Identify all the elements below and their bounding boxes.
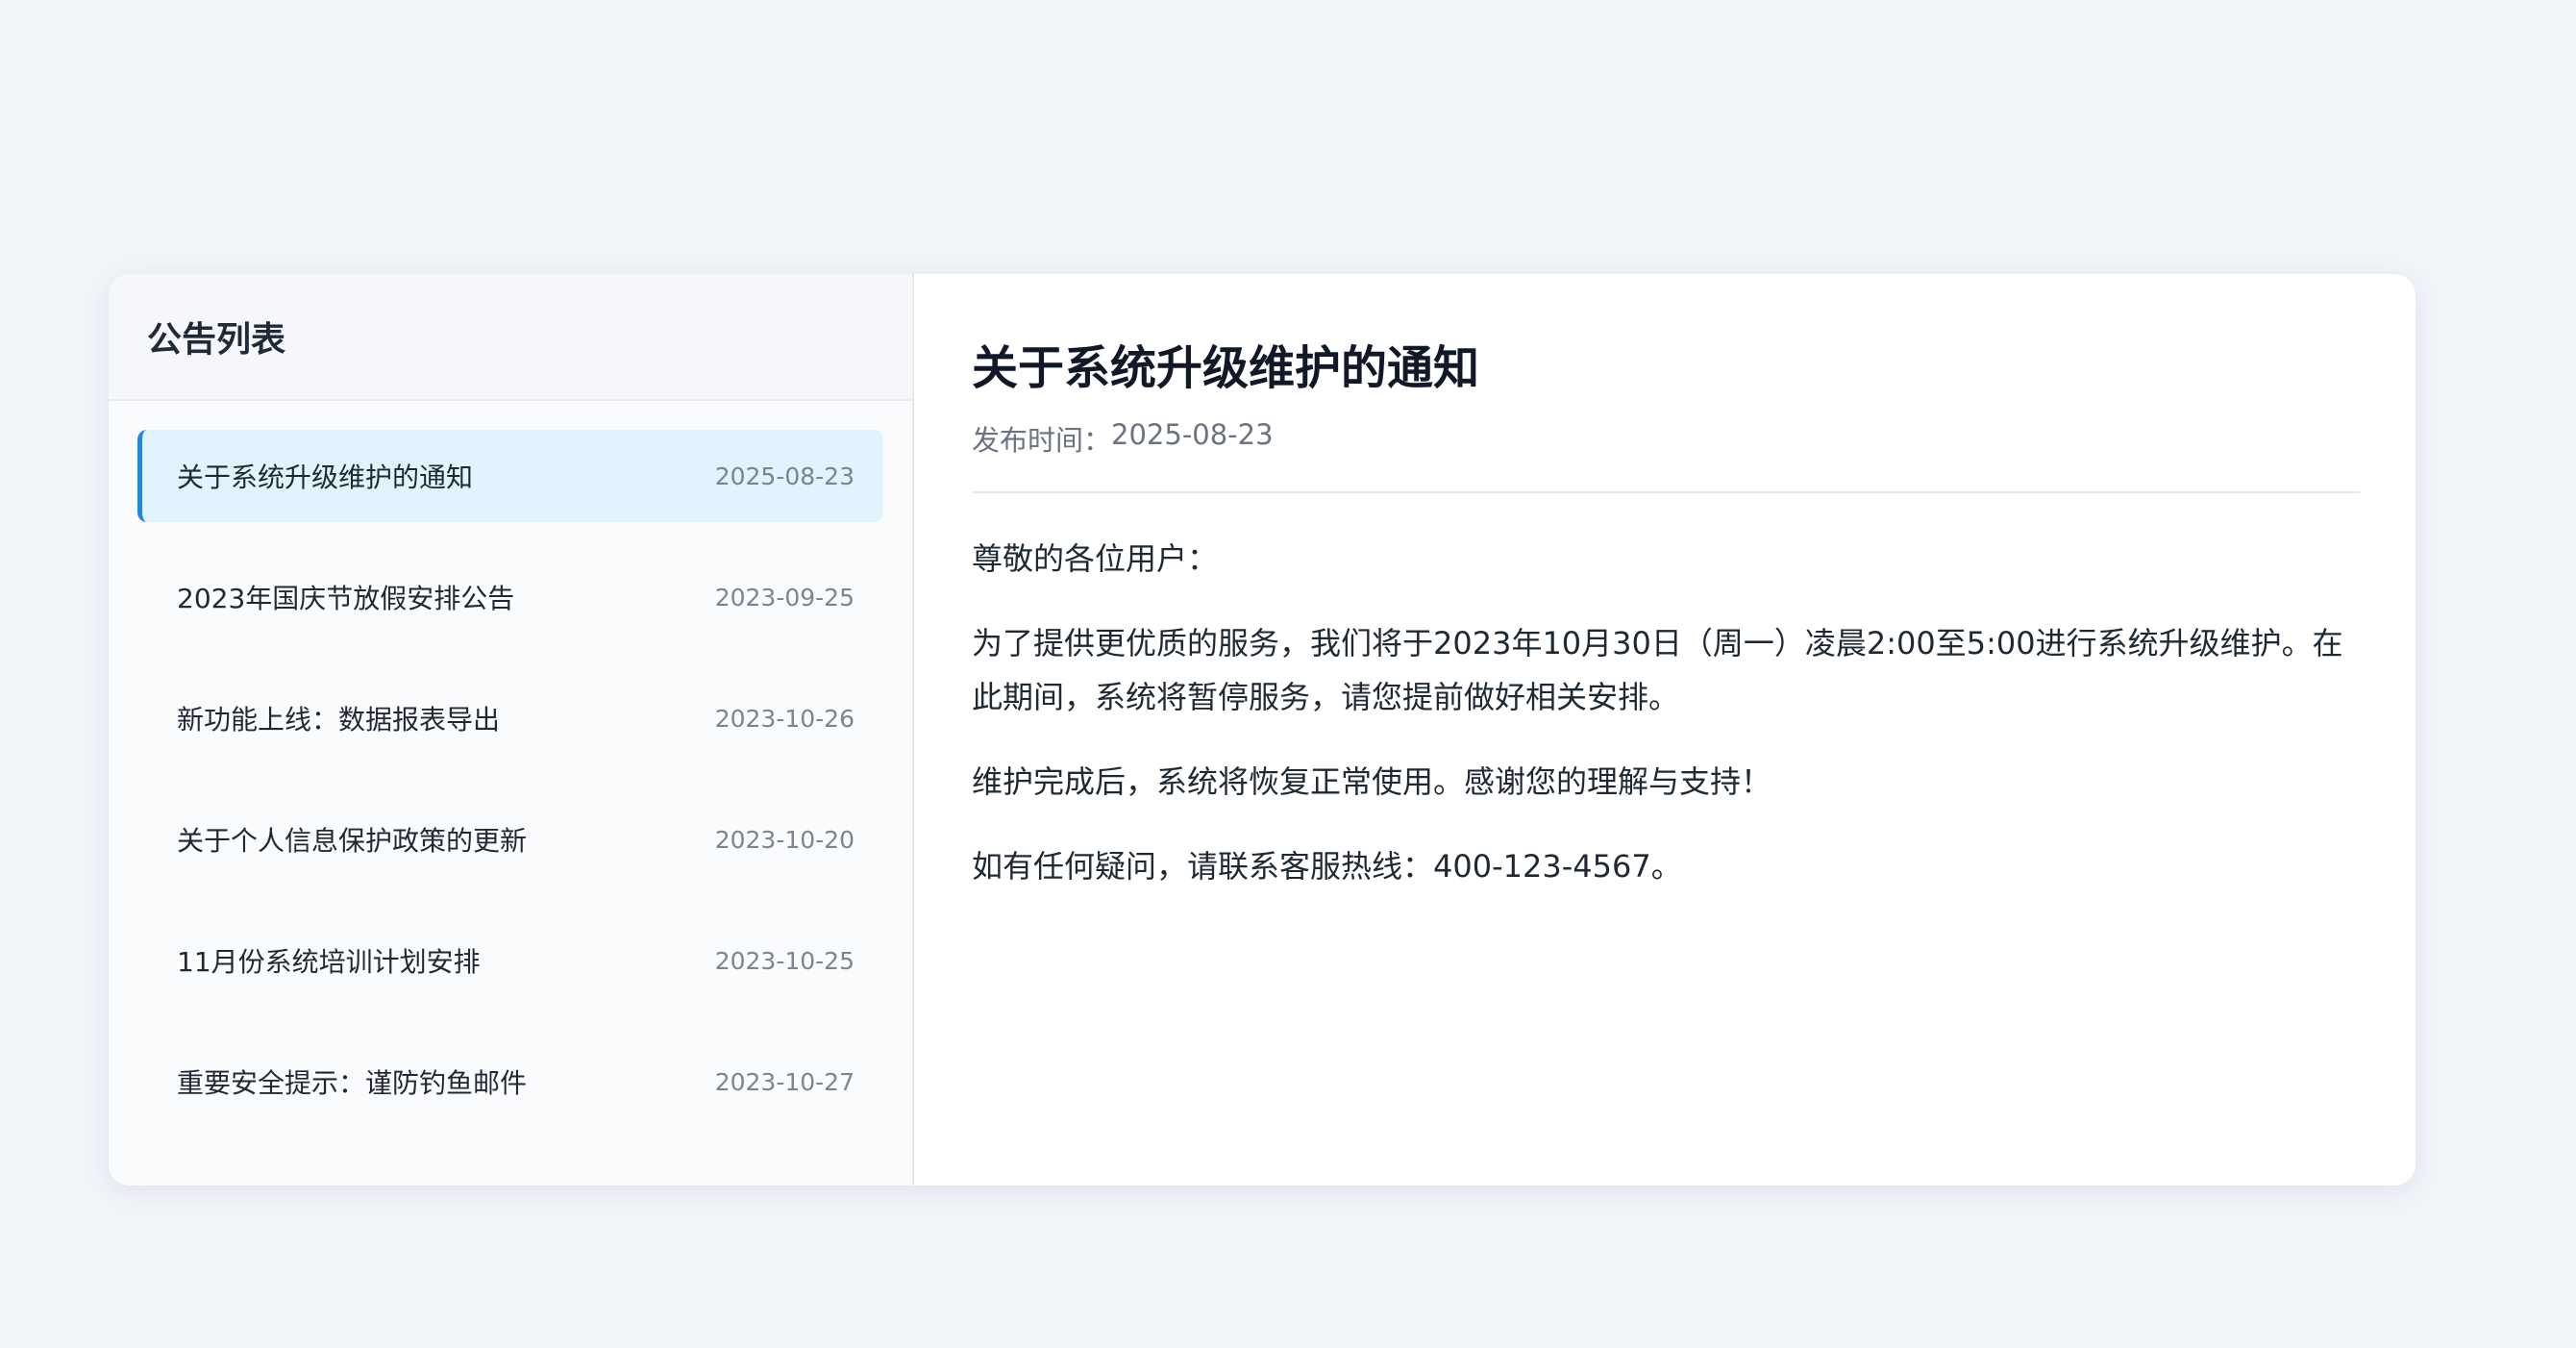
announcement-list: 关于系统升级维护的通知 2025-08-23 2023年国庆节放假安排公告 20… — [109, 401, 912, 1128]
list-item-date: 2023-09-25 — [714, 583, 855, 612]
list-item[interactable]: 2023年国庆节放假安排公告 2023-09-25 — [137, 551, 883, 643]
contact-paragraph: 如有任何疑问，请联系客服热线：400-123-4567。 — [972, 848, 1682, 885]
announcement-detail: 关于系统升级维护的通知 发布时间： 2025-08-23 尊敬的各位用户： 为了… — [914, 274, 2415, 1186]
list-item-date: 2025-08-23 — [714, 462, 855, 490]
body-paragraph: 为了提供更优质的服务，我们将于2023年10月30日（周一）凌晨2:00至5:0… — [972, 625, 2343, 715]
list-item-title: 关于系统升级维护的通知 — [177, 462, 474, 493]
publish-label: 发布时间： — [972, 424, 1112, 457]
publish-date: 2025-08-23 — [1111, 418, 1274, 451]
list-item-date: 2023-10-27 — [714, 1067, 855, 1096]
list-item-date: 2023-10-25 — [714, 946, 855, 975]
list-item-title: 关于个人信息保护政策的更新 — [177, 825, 528, 857]
sidebar-header: 公告列表 — [109, 274, 912, 401]
greeting-paragraph: 尊敬的各位用户： — [972, 540, 1219, 577]
announcement-sidebar: 公告列表 关于系统升级维护的通知 2025-08-23 2023年国庆节放假安排… — [109, 274, 914, 1186]
list-item[interactable]: 11月份系统培训计划安排 2023-10-25 — [137, 914, 883, 1007]
list-item-date: 2023-10-20 — [714, 825, 855, 854]
list-item[interactable]: 新功能上线：数据报表导出 2023-10-26 — [137, 672, 883, 764]
announcement-card: 公告列表 关于系统升级维护的通知 2025-08-23 2023年国庆节放假安排… — [109, 274, 2415, 1186]
publish-meta: 发布时间： 2025-08-23 — [972, 418, 2360, 459]
list-item-title: 重要安全提示：谨防钓鱼邮件 — [177, 1067, 528, 1099]
detail-title: 关于系统升级维护的通知 — [972, 341, 1480, 395]
sidebar-title: 公告列表 — [147, 320, 286, 360]
list-item-title: 2023年国庆节放假安排公告 — [177, 583, 515, 614]
body-paragraph: 维护完成后，系统将恢复正常使用。感谢您的理解与支持！ — [972, 763, 1772, 800]
list-item-title: 新功能上线：数据报表导出 — [177, 704, 501, 736]
list-item[interactable]: 重要安全提示：谨防钓鱼邮件 2023-10-27 — [137, 1036, 883, 1128]
list-item-active[interactable]: 关于系统升级维护的通知 2025-08-23 — [137, 430, 883, 522]
list-item[interactable]: 关于个人信息保护政策的更新 2023-10-20 — [137, 793, 883, 886]
divider — [972, 491, 2360, 493]
list-item-title: 11月份系统培训计划安排 — [177, 946, 481, 978]
list-item-date: 2023-10-26 — [714, 704, 855, 733]
